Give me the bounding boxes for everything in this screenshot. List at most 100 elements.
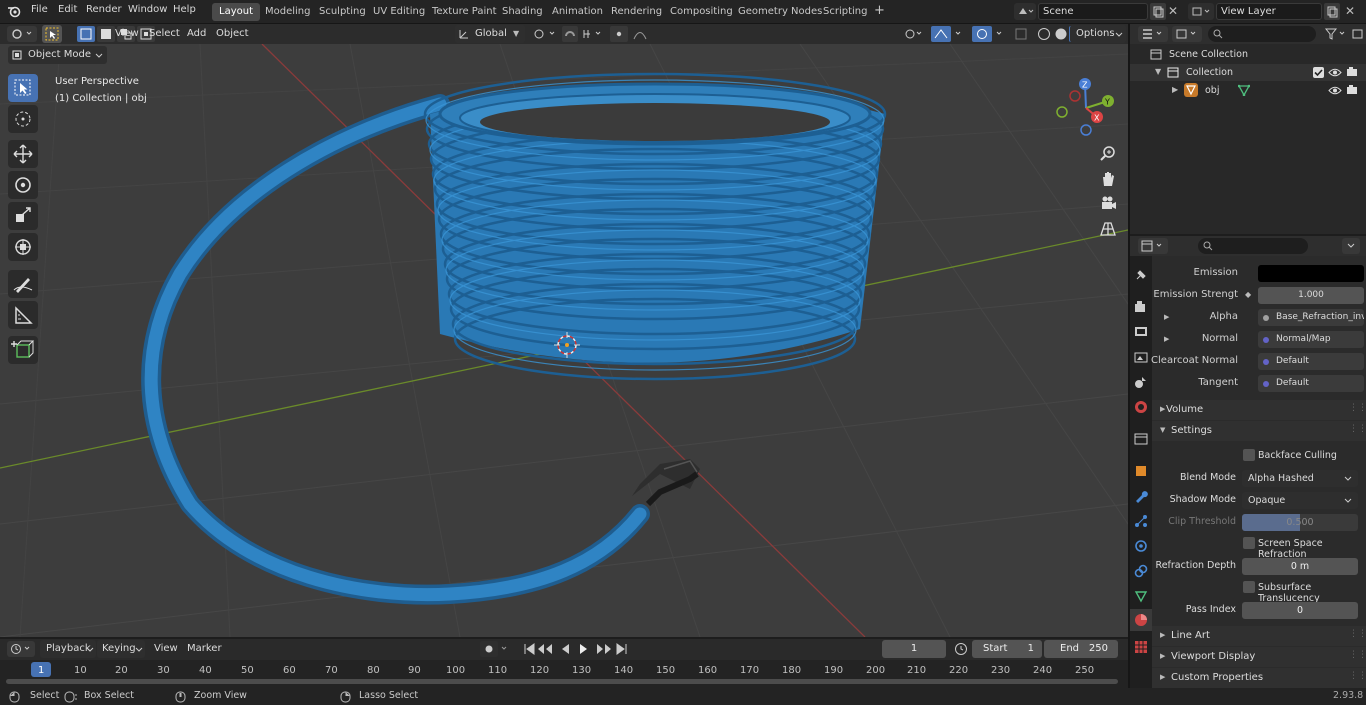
display-mode-icon[interactable] — [1172, 26, 1202, 42]
scale-tool[interactable] — [8, 202, 38, 230]
menu-file[interactable]: File — [31, 4, 48, 15]
3d-viewport[interactable]: User Perspective (1) Collection | obj Z … — [0, 44, 1128, 637]
perspective-grid-icon[interactable] — [1097, 218, 1119, 240]
tab-sculpting[interactable]: Sculpting — [312, 3, 373, 21]
tab-compositing[interactable]: Compositing — [663, 3, 740, 21]
options-dropdown[interactable]: Options — [1070, 25, 1126, 43]
drag-handle-icon[interactable]: ⋮⋮ — [1349, 671, 1366, 681]
visibility-eye-icon[interactable] — [1328, 85, 1342, 96]
pivot-point-icon[interactable] — [530, 26, 560, 42]
drag-handle-icon[interactable]: ⋮⋮ — [1349, 629, 1366, 639]
drag-handle-icon[interactable]: ⋮⋮ — [1349, 424, 1366, 434]
zoom-icon[interactable] — [1097, 143, 1119, 165]
move-tool[interactable] — [8, 140, 38, 168]
tab-texture-paint[interactable]: Texture Paint — [425, 3, 504, 21]
timeline-view-menu[interactable]: View — [154, 643, 178, 654]
tool-tab-icon[interactable] — [1134, 268, 1148, 282]
tab-geometry-nodes[interactable]: Geometry Nodes — [731, 3, 829, 21]
exclude-checkbox[interactable] — [1313, 67, 1324, 78]
timeline-scrollbar[interactable] — [6, 679, 1118, 684]
outliner-search-input[interactable] — [1208, 26, 1316, 42]
emission-strength-field[interactable]: 1.000 — [1258, 287, 1364, 304]
select-box-tool[interactable] — [8, 74, 38, 102]
tab-uv-editing[interactable]: UV Editing — [366, 3, 432, 21]
filter-icon[interactable] — [1322, 26, 1350, 42]
expand-arrow-icon[interactable]: ▶ — [1164, 313, 1169, 321]
tab-animation[interactable]: Animation — [545, 3, 610, 21]
backface-culling-checkbox[interactable] — [1243, 449, 1255, 461]
view-layer-field[interactable]: View Layer — [1216, 3, 1322, 20]
output-tab-icon[interactable] — [1134, 325, 1148, 339]
menu-help[interactable]: Help — [173, 4, 196, 15]
blender-logo-icon[interactable] — [7, 4, 21, 18]
blend-mode-dropdown[interactable]: Alpha Hashed — [1242, 470, 1358, 487]
tab-modeling[interactable]: Modeling — [258, 3, 318, 21]
pass-index-field[interactable]: 0 — [1242, 602, 1358, 619]
current-frame-field[interactable]: 1 — [882, 640, 946, 658]
texture-tab-icon[interactable] — [1134, 640, 1148, 654]
menu-edit[interactable]: Edit — [58, 4, 77, 15]
scene-browse-button[interactable] — [1014, 3, 1036, 20]
ssr-checkbox[interactable] — [1243, 537, 1255, 549]
settings-panel-header[interactable]: ▼ Settings ⋮⋮ — [1152, 421, 1366, 441]
object-mode-dropdown[interactable]: Object Mode — [8, 46, 107, 64]
scene-tab-icon[interactable] — [1134, 375, 1148, 389]
menu-object[interactable]: Object — [216, 28, 249, 39]
custom-properties-panel-header[interactable]: ▶ Custom Properties ⋮⋮ — [1152, 668, 1366, 688]
drag-handle-icon[interactable]: ⋮⋮ — [1349, 403, 1366, 413]
line-art-panel-header[interactable]: ▶ Line Art ⋮⋮ — [1152, 626, 1366, 646]
menu-view[interactable]: View — [115, 28, 139, 39]
view-layer-tab-icon[interactable] — [1134, 350, 1148, 364]
playback-menu[interactable]: Playback — [40, 640, 96, 658]
select-tool-mode-icon[interactable] — [42, 25, 62, 43]
expand-arrow-icon[interactable]: ▶ — [1164, 335, 1169, 343]
render-tab-icon[interactable] — [1134, 300, 1148, 314]
navigation-gizmo[interactable]: Z Y X — [1052, 74, 1120, 142]
menu-select[interactable]: Select — [149, 28, 180, 39]
tab-shading[interactable]: Shading — [495, 3, 550, 21]
copy-scene-icon[interactable] — [1150, 3, 1166, 20]
render-camera-icon[interactable] — [1346, 84, 1358, 96]
tab-rendering[interactable]: Rendering — [604, 3, 669, 21]
playback-controls[interactable] — [522, 641, 630, 657]
clip-threshold-slider[interactable]: 0.500 — [1242, 514, 1358, 531]
cursor-tool[interactable] — [8, 105, 38, 133]
auto-keying-icon[interactable] — [480, 641, 514, 657]
expand-arrow-icon[interactable]: ▶ — [1172, 85, 1178, 94]
clearcoat-normal-field[interactable]: Default — [1258, 353, 1364, 370]
add-workspace-button[interactable]: + — [867, 2, 892, 20]
start-frame-field[interactable]: Start 1 — [972, 640, 1042, 658]
tab-scripting[interactable]: Scripting — [816, 3, 874, 21]
scene-name-field[interactable]: Scene — [1038, 3, 1148, 20]
viewport-display-panel-header[interactable]: ▶ Viewport Display ⋮⋮ — [1152, 647, 1366, 667]
menu-window[interactable]: Window — [128, 4, 167, 15]
menu-add[interactable]: Add — [187, 28, 206, 39]
world-tab-icon[interactable] — [1134, 400, 1148, 414]
properties-editor-type-icon[interactable] — [1138, 238, 1168, 254]
close-scene-icon[interactable]: ✕ — [1168, 4, 1178, 18]
outliner-editor-type-icon[interactable] — [1138, 26, 1168, 42]
add-cube-tool[interactable] — [8, 336, 38, 364]
transform-orientation-dropdown[interactable]: Global ▼ — [455, 25, 525, 43]
outliner-row-scene-collection[interactable]: Scene Collection — [1130, 46, 1366, 63]
mesh-data-icon[interactable] — [1238, 84, 1250, 96]
refraction-depth-field[interactable]: 0 m — [1242, 558, 1358, 575]
view-layer-browse-button[interactable] — [1188, 3, 1214, 20]
camera-view-icon[interactable] — [1097, 193, 1119, 215]
marker-menu[interactable]: Marker — [187, 643, 222, 654]
visibility-eye-icon[interactable] — [1328, 67, 1342, 78]
tab-layout[interactable]: Layout — [212, 3, 260, 21]
properties-search-input[interactable] — [1198, 238, 1308, 254]
measure-tool[interactable] — [8, 301, 38, 329]
viewport-scene[interactable] — [0, 44, 1128, 637]
keying-menu[interactable]: Keying — [97, 640, 145, 658]
annotate-tool[interactable] — [8, 270, 38, 298]
volume-panel-header[interactable]: ▶ Volume ⋮⋮ — [1152, 400, 1366, 420]
rotate-tool[interactable] — [8, 171, 38, 199]
outliner-row-obj[interactable]: ▶ obj — [1130, 82, 1366, 99]
alpha-link-field[interactable]: Base_Refraction_inv... — [1258, 309, 1364, 326]
shadow-mode-dropdown[interactable]: Opaque — [1242, 492, 1358, 509]
subsurface-translucency-checkbox[interactable] — [1243, 581, 1255, 593]
proportional-edit-icon[interactable] — [610, 26, 658, 42]
timeline-editor-type-icon[interactable] — [7, 641, 35, 657]
